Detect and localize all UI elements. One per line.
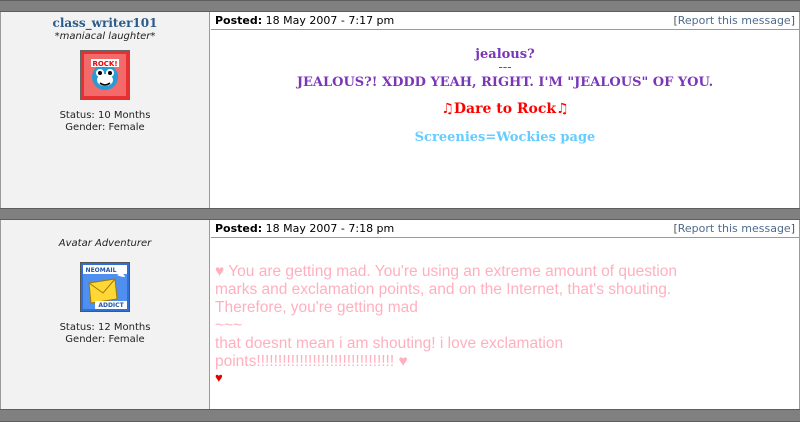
report-bracket-close: ] [790, 222, 795, 235]
user-gender: Gender: Female [65, 334, 145, 345]
signature-link[interactable]: Screenies=Wockies page [211, 130, 799, 145]
user-gender: Gender: Female [65, 122, 145, 133]
avatar-text-bottom: ADDICT [98, 302, 124, 309]
post-body: jealous? --- JEALOUS?! XDDD YEAH, RIGHT.… [211, 47, 799, 145]
user-title: Avatar Adventurer [58, 238, 152, 249]
post-body: ♥ You are getting mad. You're using an e… [211, 263, 799, 385]
post-header: Posted: 18 May 2007 - 7:18 pm [Report th… [211, 220, 799, 238]
forum-post-1: class_writer101 *maniacal laughter* ROCK… [0, 12, 800, 208]
post-line: ~~~ [215, 317, 243, 334]
post-content-panel: Posted: 18 May 2007 - 7:17 pm [Report th… [211, 12, 800, 208]
forum-post-2: Avatar Adventurer NEOMAIL ADDICT Status:… [0, 220, 800, 409]
user-panel: Avatar Adventurer NEOMAIL ADDICT Status:… [0, 220, 210, 409]
username-link[interactable]: class_writer101 [1, 16, 209, 30]
svg-text:ROCK!: ROCK! [92, 60, 117, 68]
post-line: that doesnt mean i am shouting! i love e… [215, 335, 564, 352]
user-panel: class_writer101 *maniacal laughter* ROCK… [0, 12, 210, 208]
signature-text: ♫Dare to Rock♫ [441, 101, 569, 117]
user-status: Status: 10 Months [59, 110, 151, 121]
report-bracket-close: ] [790, 14, 795, 27]
heart-icon: ♥ [215, 370, 223, 385]
posted-label: Posted: [215, 222, 263, 235]
post-line: marks and exclamation points, and on the… [215, 281, 672, 298]
user-status: Status: 12 Months [59, 322, 151, 333]
report-message-link[interactable]: Report this message [678, 222, 791, 235]
post-content-panel: Posted: 18 May 2007 - 7:18 pm [Report th… [211, 220, 800, 409]
report-message-link[interactable]: Report this message [678, 14, 791, 27]
rock-avatar-icon: ROCK! [80, 50, 130, 100]
post-line: ♥ You are getting mad. You're using an e… [215, 263, 677, 280]
posted-date: 18 May 2007 - 7:17 pm [265, 14, 395, 27]
posted-label: Posted: [215, 14, 263, 27]
post-timestamp: Posted: 18 May 2007 - 7:18 pm [215, 222, 394, 235]
post-separator: --- [498, 60, 512, 75]
post-line: points!!!!!!!!!!!!!!!!!!!!!!!!!!!!!!!! ♥ [215, 353, 408, 370]
post-line: Therefore, you're getting mad [215, 299, 418, 316]
post-line-shout: JEALOUS?! XDDD YEAH, RIGHT. I'M "JEALOUS… [296, 75, 714, 90]
user-title: *maniacal laughter* [54, 31, 156, 42]
post-timestamp: Posted: 18 May 2007 - 7:17 pm [215, 14, 394, 27]
posted-date: 18 May 2007 - 7:18 pm [265, 222, 395, 235]
neomail-addict-icon: NEOMAIL ADDICT [80, 262, 130, 312]
post-divider-bottom [0, 409, 800, 422]
avatar-text-top: NEOMAIL [86, 267, 117, 274]
report-area: [Report this message] [673, 14, 795, 27]
post-header: Posted: 18 May 2007 - 7:17 pm [Report th… [211, 12, 799, 30]
post-divider-middle [0, 208, 800, 220]
post-divider-top [0, 0, 800, 12]
report-area: [Report this message] [673, 222, 795, 235]
